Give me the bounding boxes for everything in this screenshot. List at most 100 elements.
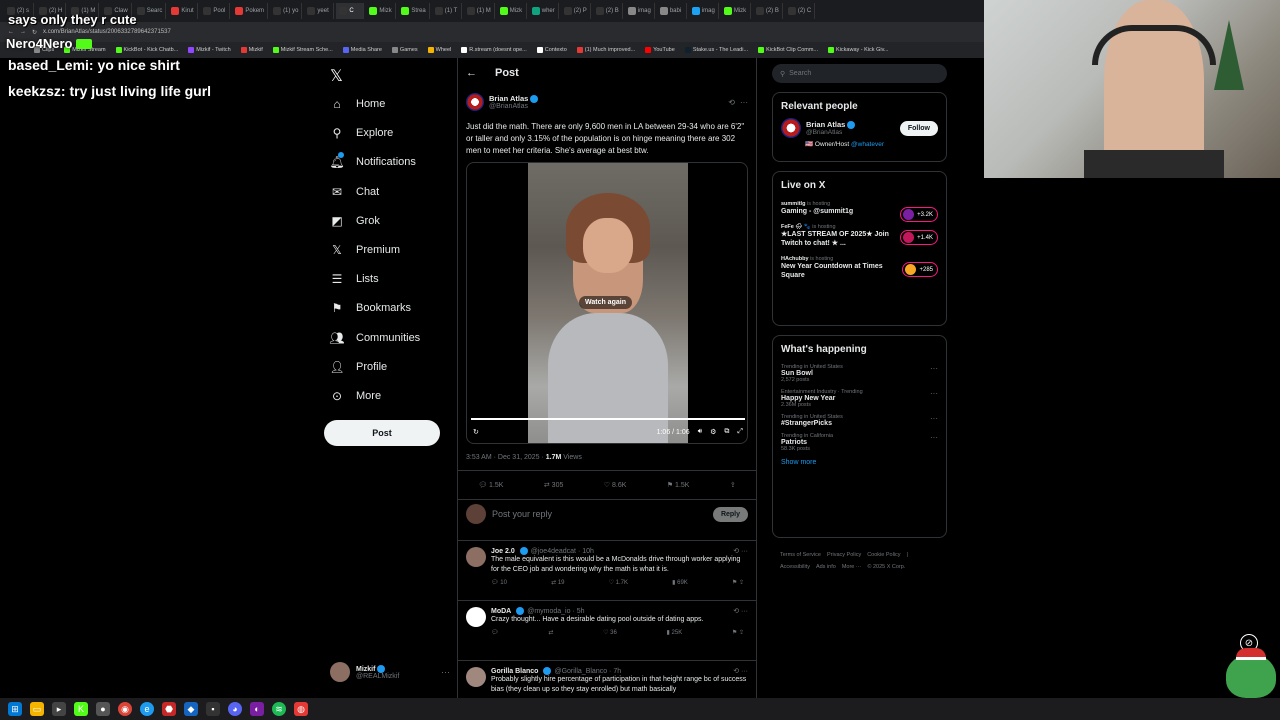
app-icon[interactable]: ◐ — [250, 702, 264, 716]
app-icon[interactable]: ◍ — [294, 702, 308, 716]
browser-tab[interactable]: wher — [529, 3, 559, 19]
grok-icon[interactable]: ⟲ — [728, 98, 735, 107]
bookmark-item[interactable]: Stake.us - The Leadi... — [684, 47, 748, 53]
views-action[interactable]: ▮ 25K — [667, 629, 683, 636]
edge-icon[interactable]: e — [140, 702, 154, 716]
footer-link[interactable]: More ··· — [842, 561, 862, 573]
browser-tab[interactable]: yeet — [304, 3, 335, 19]
more-dots-icon[interactable]: ⟲ ··· — [733, 667, 748, 675]
person-handle[interactable]: @BrianAtlas — [806, 129, 855, 136]
bookmark-item[interactable]: Wheel — [427, 47, 451, 53]
app-icon[interactable]: ⬣ — [162, 702, 176, 716]
relevant-person[interactable]: Brian Atlas @BrianAtlas Follow — [773, 118, 946, 138]
more-dots-icon[interactable]: ··· — [930, 389, 938, 398]
live-item[interactable]: summitlg is hosting Gaming - @summit1g +3.… — [773, 197, 946, 222]
spotify-icon[interactable]: ≋ — [272, 702, 286, 716]
share-icon[interactable]: ⇪ — [730, 481, 736, 489]
browser-tab[interactable]: (1) T — [432, 3, 462, 19]
browser-tab[interactable]: Pokem — [232, 3, 269, 19]
reply-submit-button[interactable]: Reply — [712, 506, 748, 522]
bookmark-item[interactable]: KickBot - Kick Chatb... — [115, 47, 178, 53]
reply-author-name[interactable]: MoDA — [491, 608, 511, 615]
back-icon[interactable]: ← — [8, 29, 14, 35]
more-dots-icon[interactable]: ··· — [930, 433, 938, 442]
reply-action[interactable]: 💬︎ 1.5K — [478, 481, 503, 489]
back-arrow-icon[interactable]: ← — [466, 67, 477, 79]
reply-author-name[interactable]: Joe 2.0 — [491, 548, 515, 555]
browser-tab[interactable]: (1) M — [464, 3, 495, 19]
reload-icon[interactable]: ↻ — [32, 29, 37, 36]
chrome-icon[interactable]: ◉ — [118, 702, 132, 716]
live-listeners-pill[interactable]: +285 — [902, 262, 938, 277]
bookmark-item[interactable]: YouTube — [645, 47, 675, 53]
account-switcher[interactable]: Mizkif @REALMizkif ··· — [330, 662, 450, 682]
footer-link[interactable]: Privacy Policy — [827, 549, 861, 561]
browser-tab[interactable]: Mizk — [366, 3, 397, 19]
repost-action[interactable]: ⇄ 19 — [551, 579, 564, 586]
more-dots-icon[interactable]: ··· — [930, 364, 938, 373]
browser-tab[interactable]: Searc — [134, 3, 167, 19]
show-more-link[interactable]: Show more — [773, 455, 946, 470]
more-dots-icon[interactable]: ⟲ ··· — [733, 547, 748, 555]
bookmark-item[interactable]: KickBot Clip Comm... — [758, 47, 818, 53]
browser-tab[interactable]: babi — [657, 3, 687, 19]
app-icon[interactable]: ◆ — [184, 702, 198, 716]
trend-item[interactable]: Trending in United States #StrangerPicks ·… — [773, 411, 946, 430]
live-item[interactable]: HAchubby is hosting New Year Countdown at… — [773, 252, 946, 284]
more-dots-icon[interactable]: ⟲ ··· — [733, 607, 748, 615]
video-progress-bar[interactable] — [471, 418, 745, 420]
footer-link[interactable]: Cookie Policy — [867, 549, 900, 561]
browser-tab[interactable]: Mizk — [721, 3, 751, 19]
follow-button[interactable]: Follow — [899, 120, 938, 136]
reply-item[interactable]: Joe 2.0 @joe4deadcat · 10h ⟲ ··· The male e… — [458, 540, 756, 586]
obs-icon[interactable]: ● — [96, 702, 110, 716]
more-dots-icon[interactable]: ··· — [930, 414, 938, 423]
repost-action[interactable]: ⇄ 305 — [544, 481, 564, 489]
browser-tab[interactable]: imag — [625, 3, 655, 19]
replay-icon[interactable]: ↻ — [473, 428, 479, 436]
live-listeners-pill[interactable]: +1.4K — [900, 230, 938, 245]
like-action[interactable]: ♡ 36 — [603, 629, 617, 636]
nav-item-grok[interactable]: ◩ Grok — [330, 211, 380, 231]
browser-tab[interactable]: (2) P — [561, 3, 591, 19]
address-bar[interactable]: ← → ↻ x.com/BrianAtlas/status/2006332789… — [0, 22, 984, 42]
bookmark-icon[interactable]: ⚑ ⇪ — [732, 579, 744, 586]
author-handle[interactable]: @BrianAtlas — [489, 103, 538, 110]
trend-item[interactable]: Entertainment Industry · Trending Happy N… — [773, 386, 946, 411]
bookmark-item[interactable]: Games — [391, 47, 418, 53]
person-avatar[interactable] — [781, 118, 801, 138]
reply-avatar[interactable] — [466, 547, 486, 567]
author-name[interactable]: Brian Atlas — [489, 94, 528, 103]
x-logo-icon[interactable]: 𝕏 — [330, 66, 343, 86]
bookmark-item[interactable]: R.stream (doesnt ope... — [461, 47, 527, 53]
nav-item-premium[interactable]: 𝕏 Premium — [330, 240, 400, 260]
live-item[interactable]: FeFe 🌧 🐾 is hosting ★LAST STREAM OF 2025★… — [773, 220, 946, 252]
kick-app-icon[interactable]: K — [74, 702, 88, 716]
trend-item[interactable]: Trending in California Patriots 58.3K post… — [773, 430, 946, 455]
nav-item-chat[interactable]: ✉ Chat — [330, 182, 379, 202]
post-video[interactable]: Watch again ↻ 1:06 / 1:06 🔊︎ ⚙ ⧉ ⤢ — [466, 162, 748, 444]
person-name[interactable]: Brian Atlas — [806, 120, 845, 129]
post-button[interactable]: Post — [324, 420, 440, 446]
post-author[interactable]: Brian Atlas @BrianAtlas ⟲ ··· — [466, 93, 748, 111]
pip-icon[interactable]: ⧉ — [724, 428, 729, 436]
bookmark-item[interactable]: Media Share — [342, 47, 382, 53]
nav-item-profile[interactable]: 👤︎ Profile — [329, 357, 387, 377]
settings-gear-icon[interactable]: ⚙ — [710, 428, 716, 436]
footer-link[interactable]: Accessibility — [780, 561, 810, 573]
url-text[interactable]: x.com/BrianAtlas/status/2006332789642371… — [43, 29, 171, 35]
nav-item-notifications[interactable]: 🔔︎ Notifications — [329, 152, 416, 172]
reply-item[interactable]: MoDA @mymoda_io · 5h ⟲ ··· Crazy thought...… — [458, 600, 756, 636]
fullscreen-icon[interactable]: ⤢ — [737, 428, 743, 436]
nav-item-explore[interactable]: ⚲ Explore — [330, 123, 394, 143]
views-action[interactable]: ▮ 69K — [672, 579, 688, 586]
bookmark-item[interactable]: Mizkif Stream Sche... — [272, 47, 333, 53]
watch-again-button[interactable]: Watch again — [579, 296, 632, 309]
search-bar[interactable]: ⚲ Search — [772, 64, 947, 83]
search-input[interactable]: Search — [789, 70, 811, 77]
bookmark-item[interactable]: (1) Much improved... — [576, 47, 635, 53]
browser-tab[interactable]: Strea — [398, 3, 430, 19]
reply-author-name[interactable]: Gorilla Blanco — [491, 668, 538, 675]
app-icon[interactable]: ▪ — [206, 702, 220, 716]
browser-tab[interactable]: (1) yo — [270, 3, 303, 19]
